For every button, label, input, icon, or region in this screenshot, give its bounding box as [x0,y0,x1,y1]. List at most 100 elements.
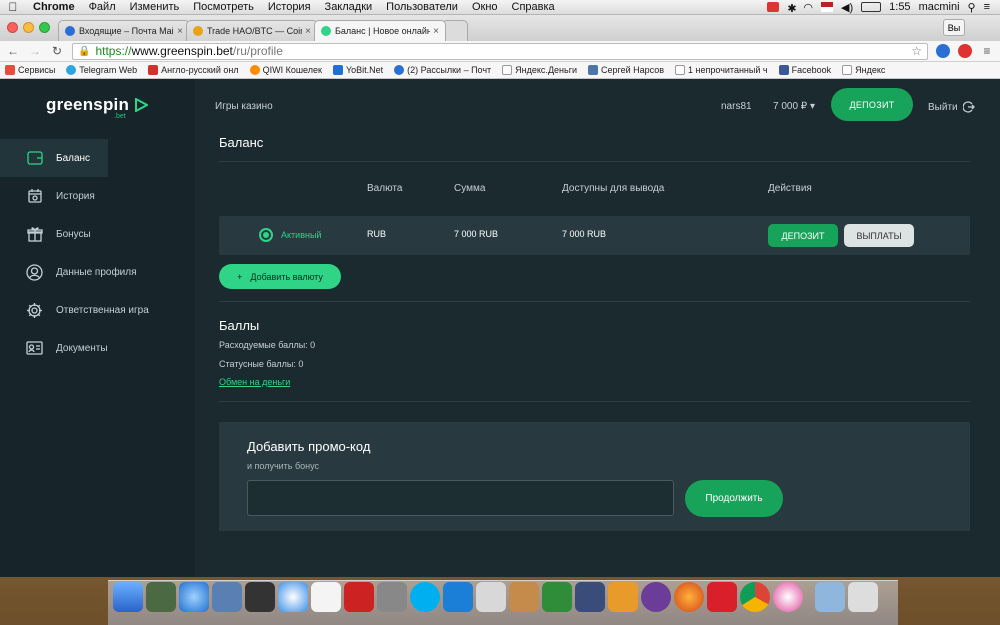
menu-app[interactable]: Chrome [26,1,82,13]
dictionary-icon [148,65,159,75]
calendar-icon[interactable] [311,582,341,612]
bluetooth-icon[interactable]: ✱ [787,2,796,15]
menu-help[interactable]: Справка [505,1,562,13]
bookmark-services[interactable]: Сервисы [5,65,55,75]
tab-label: Баланс | Новое онлайн-к [335,26,431,36]
exchange-link[interactable]: Обмен на деньги [219,377,290,387]
safari-icon[interactable] [278,582,308,612]
firefox-icon[interactable] [674,582,704,612]
clock[interactable]: 1:55 [889,1,910,13]
bookmark-telegram[interactable]: Telegram Web [66,65,137,75]
search-icon[interactable]: ⚲ [968,1,976,14]
printer-icon[interactable] [476,582,506,612]
star-icon[interactable]: ☆ [911,44,922,58]
bookmark-yandex-money[interactable]: Яндекс.Деньги [502,65,577,75]
flag-icon[interactable] [821,2,834,12]
sidebar-item-profile[interactable]: Данные профиля [0,253,195,291]
trash-icon[interactable] [848,582,878,612]
finder-icon[interactable] [113,582,143,612]
chart-app-icon[interactable] [608,582,638,612]
logout-button[interactable]: Выйти [928,101,975,113]
tab-greenspin[interactable]: Баланс | Новое онлайн-к × [314,20,446,41]
menu-bookmarks[interactable]: Закладки [318,1,380,13]
nav-casino-games[interactable]: Игры казино [215,101,273,112]
skype-icon[interactable] [410,582,440,612]
minimize-window-button[interactable] [23,22,34,33]
username[interactable]: nars81 [721,101,752,112]
list-icon[interactable]: ≡ [984,1,990,13]
photo-booth-icon[interactable] [344,582,374,612]
forward-icon[interactable]: → [28,44,42,58]
menu-users[interactable]: Пользователи [379,1,465,13]
battery-icon[interactable] [861,2,882,12]
menu-edit[interactable]: Изменить [123,1,187,13]
bookmark-label: Англо-русский онл [161,65,239,75]
menu-file[interactable]: Файл [82,1,123,13]
close-icon[interactable]: × [177,26,183,37]
wifi-icon[interactable]: ◠ [803,1,813,14]
tor-icon[interactable] [641,582,671,612]
withdraw-button[interactable]: ВЫПЛАТЫ [844,224,914,247]
menu-view[interactable]: Посмотреть [186,1,261,13]
bookmark-label: Facebook [791,65,832,75]
sidebar-item-responsible-gaming[interactable]: Ответственная игра [0,291,195,329]
balance-dropdown[interactable]: 7 000 ₽ ▾ [773,101,815,112]
sidebar-item-bonuses[interactable]: Бонусы [0,215,195,253]
active-radio[interactable] [259,228,273,242]
reload-icon[interactable]: ↻ [50,44,64,58]
bookmark-yobit[interactable]: YoBit.Net [332,65,383,75]
dock-icons [113,582,878,612]
opera-dock-icon[interactable] [707,582,737,612]
volume-icon[interactable]: ◀) [841,1,853,14]
close-icon[interactable]: × [433,26,439,37]
lock-icon[interactable]: 🔒 [78,46,90,57]
menu-history[interactable]: История [261,1,318,13]
opera-extension-icon[interactable] [958,44,972,58]
status-label: Активный [281,230,322,240]
activity-icon[interactable] [146,582,176,612]
menu-icon[interactable]: ≡ [980,44,994,58]
continue-button[interactable]: Продолжить [685,480,783,517]
keynote-icon[interactable] [509,582,539,612]
bookmark-dictionary[interactable]: Англо-русский онл [148,65,239,75]
teamviewer-icon[interactable] [443,582,473,612]
profile-button[interactable]: Вы [943,19,965,36]
app-store-icon[interactable] [179,582,209,612]
zoom-window-button[interactable] [39,22,50,33]
turtle-app-icon[interactable] [542,582,572,612]
extension-icon[interactable] [936,44,950,58]
menu-window[interactable]: Окно [465,1,505,13]
deposit-button[interactable]: ДЕПОЗИТ [768,224,838,247]
menubar-user[interactable]: macmini [919,1,960,13]
site-logo[interactable]: greenspin .bet [46,95,149,120]
back-icon[interactable]: ← [6,44,20,58]
chrome-icon[interactable] [740,582,770,612]
sidebar-item-balance[interactable]: Баланс [0,139,108,177]
close-window-button[interactable] [7,22,18,33]
opera-icon[interactable] [767,2,780,12]
downloads-folder-icon[interactable] [815,582,845,612]
facetime-icon[interactable] [245,582,275,612]
bookmark-facebook[interactable]: Facebook [778,65,832,75]
bookmark-qiwi[interactable]: QIWI Кошелек [249,65,322,75]
bookmark-vk[interactable]: Сергей Нарсов [588,65,664,75]
sidebar-item-history[interactable]: История [0,177,195,215]
tab-coinsbit[interactable]: Trade HAO/BTC — Coinsb × [186,20,318,41]
bookmark-unread[interactable]: 1 непрочитанный ч [675,65,768,75]
add-currency-button[interactable]: + Добавить валюту [219,264,341,289]
deposit-header-button[interactable]: ДЕПОЗИТ [831,88,913,121]
divider [219,301,970,302]
pen-app-icon[interactable] [575,582,605,612]
tab-mail[interactable]: Входящие – Почта Mail.ru × [58,20,190,41]
bookmark-mail[interactable]: (2) Рассылки – Почт [394,65,491,75]
apple-icon[interactable]:  [0,0,26,14]
iphoto-icon[interactable] [377,582,407,612]
close-icon[interactable]: × [305,26,311,37]
address-bar[interactable]: 🔒 https:// www.greenspin.bet /ru/profile… [72,42,928,60]
sidebar-item-documents[interactable]: Документы [0,329,195,367]
itunes-icon[interactable] [773,582,803,612]
tab-label: Входящие – Почта Mail.ru [79,26,174,36]
bookmark-yandex[interactable]: Яндекс [842,65,885,75]
promo-code-input[interactable] [247,480,674,516]
preview-icon[interactable] [212,582,242,612]
